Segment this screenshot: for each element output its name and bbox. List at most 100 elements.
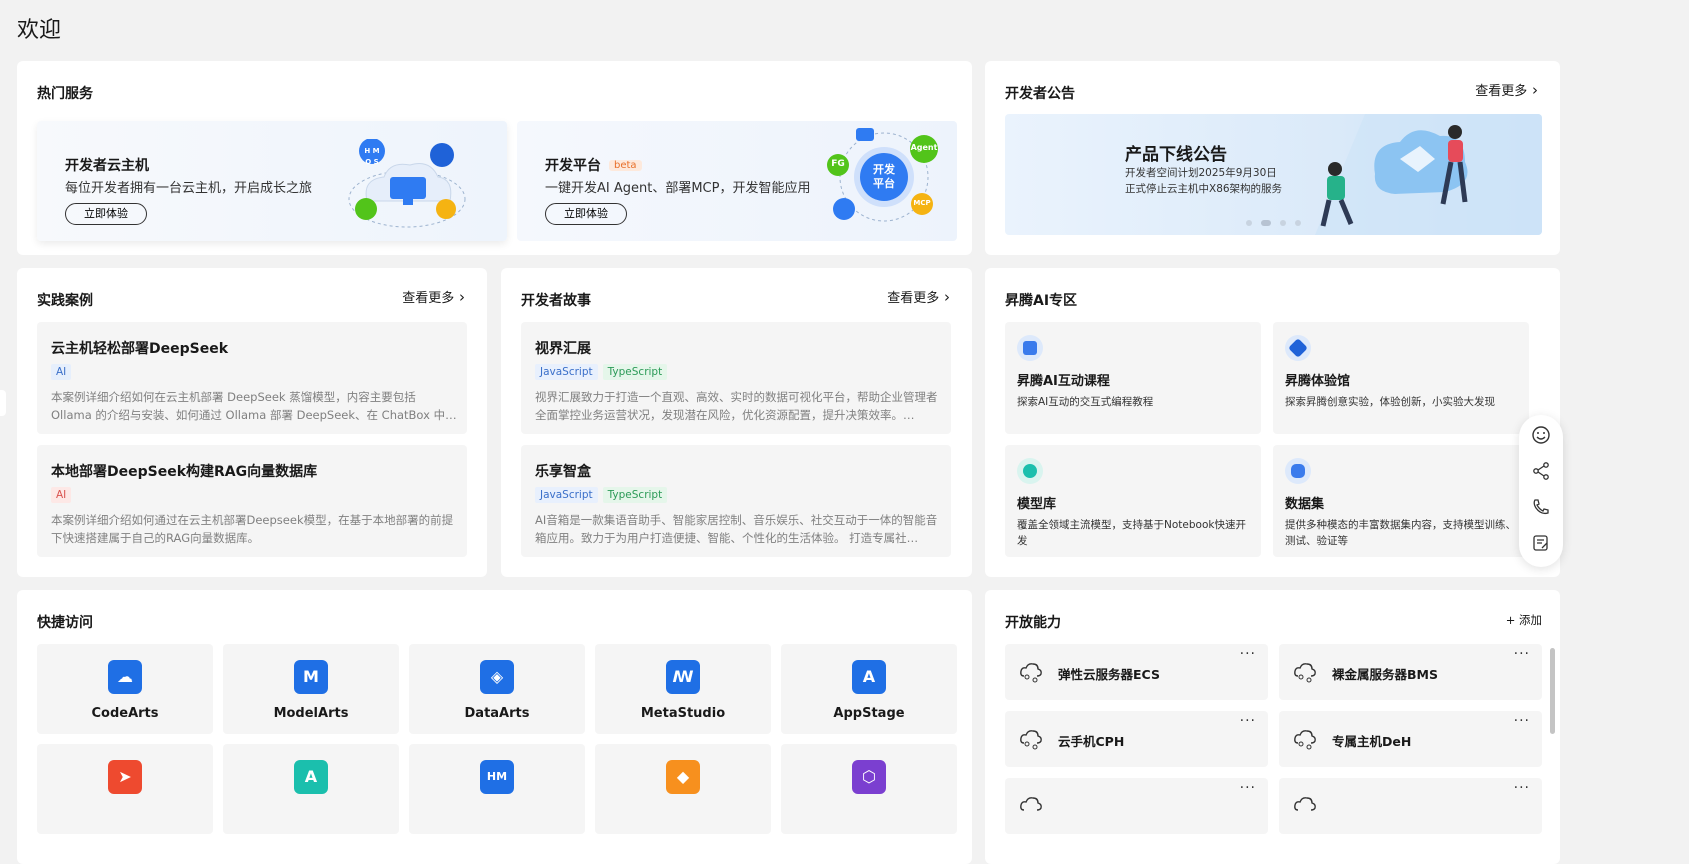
quick-access-modelarts[interactable]: M ModelArts	[223, 644, 399, 734]
tag-ai: AI	[51, 487, 72, 503]
scrollbar-thumb[interactable]	[1550, 648, 1555, 734]
quick-access-codearts[interactable]: ☁ CodeArts	[37, 644, 213, 734]
ascend-card-datasets[interactable]: 数据集 提供多种模态的丰富数据集内容，支持模型训练、测试、验证等	[1273, 445, 1529, 557]
more-options-icon[interactable]: ···	[1240, 780, 1256, 796]
collapse-handle[interactable]	[0, 390, 6, 416]
announcement-banner[interactable]: 产品下线公告 开发者空间计划2025年9月30日 正式停止云主机中X86架构的服…	[1005, 114, 1542, 235]
story-tags: JavaScript TypeScript	[535, 364, 672, 380]
share-icon[interactable]	[1531, 461, 1551, 481]
agent-icon: Agent	[910, 143, 938, 152]
codearts-icon: ☁	[108, 660, 142, 694]
ascend-card-course[interactable]: 昇腾AI互动课程 探索AI互动的交互式编程教程	[1005, 322, 1261, 434]
view-more-link[interactable]: 查看更多	[887, 287, 950, 306]
send-icon: ➤	[108, 760, 142, 794]
more-options-icon[interactable]: ···	[1240, 713, 1256, 729]
ascend-card-desc: 探索AI互动的交互式编程教程	[1017, 396, 1154, 408]
modelarts-icon: M	[294, 660, 328, 694]
ascend-icon: A	[294, 760, 328, 794]
case-desc: 本案例详细介绍如何通过在云主机部署Deepseek模型，在基于本地部署的前提下快…	[51, 513, 454, 545]
view-more-link[interactable]: 查看更多	[402, 287, 465, 306]
quick-access-appstage[interactable]: A AppStage	[781, 644, 957, 734]
model-icon	[1017, 458, 1043, 484]
feedback-icon[interactable]	[1531, 533, 1551, 553]
try-now-button[interactable]: 立即体验	[65, 203, 147, 225]
ascend-card-models[interactable]: 模型库 覆盖全领域主流模型，支持基于Notebook快速开发	[1005, 445, 1261, 557]
capability-card[interactable]: ···	[1279, 778, 1542, 834]
case-card[interactable]: 云主机轻松部署DeepSeek AI 本案例详细介绍如何在云主机部署 DeepS…	[37, 322, 467, 434]
quick-access-metastudio[interactable]: ꟿ MetaStudio	[595, 644, 771, 734]
story-desc: 视界汇展致力于打造一个直观、高效、实时的数据可视化平台，帮助企业管理者全面掌控业…	[535, 390, 938, 422]
ascend-card-title: 昇腾AI互动课程	[1017, 374, 1110, 389]
service-card-dev-platform[interactable]: 开发平台 beta 一键开发AI Agent、部署MCP，开发智能应用 立即体验 …	[517, 121, 957, 241]
carousel-dot[interactable]	[1246, 219, 1252, 226]
quick-access-label: DataArts	[464, 706, 530, 721]
beta-badge: beta	[609, 160, 642, 171]
add-capability-button[interactable]: + 添加	[1506, 612, 1542, 628]
quick-access-dataarts[interactable]: ◈ DataArts	[409, 644, 585, 734]
ascend-panel: 昇腾AI专区 昇腾AI互动课程 探索AI互动的交互式编程教程 昇腾体验馆 探索昇…	[985, 268, 1560, 577]
quick-access-title: 快捷访问	[37, 615, 93, 631]
diamond-icon: ◆	[666, 760, 700, 794]
service-card-cloud-host[interactable]: 开发者云主机 每位开发者拥有一台云主机，开启成长之旅 立即体验 H M O S	[37, 121, 507, 241]
carousel-dot-active[interactable]	[1261, 219, 1271, 226]
case-tags: AI	[51, 487, 76, 503]
hexagon-icon: ⬡	[852, 760, 886, 794]
carousel-dots[interactable]	[1246, 215, 1310, 230]
tag-ai: AI	[51, 364, 72, 380]
database-icon	[1285, 458, 1311, 484]
try-now-button[interactable]: 立即体验	[545, 203, 627, 225]
case-tags: AI	[51, 364, 76, 380]
quick-access-item[interactable]: ◆	[595, 744, 771, 834]
smile-icon[interactable]	[1531, 425, 1551, 445]
capabilities-panel: 开放能力 + 添加 弹性云服务器ECS ··· 裸金属服务器BMS ··· 云手…	[985, 590, 1560, 864]
capability-card[interactable]: 专属主机DeH ···	[1279, 711, 1542, 767]
ascend-card-desc: 提供多种模态的丰富数据集内容，支持模型训练、测试、验证等	[1285, 519, 1516, 547]
quick-access-label: ModelArts	[273, 706, 349, 721]
capability-card[interactable]: 弹性云服务器ECS ···	[1005, 644, 1268, 700]
service-title: 开发者云主机	[65, 158, 149, 174]
quick-access-panel: 快捷访问 ☁ CodeArts M ModelArts ◈ DataArts ꟿ…	[17, 590, 972, 864]
hmos-icon: HM	[480, 760, 514, 794]
quick-access-item[interactable]: ⬡	[781, 744, 957, 834]
ascend-card-title: 模型库	[1017, 497, 1057, 512]
more-options-icon[interactable]: ···	[1514, 780, 1530, 796]
page-title: 欢迎	[17, 18, 62, 43]
carousel-dot[interactable]	[1280, 219, 1286, 226]
service-desc: 每位开发者拥有一台云主机，开启成长之旅	[65, 181, 313, 196]
tag-javascript: JavaScript	[535, 364, 598, 380]
banner-title: 产品下线公告	[1125, 145, 1227, 165]
cloud-server-icon	[1020, 797, 1042, 811]
ascend-card-title: 数据集	[1285, 497, 1325, 512]
quick-access-item[interactable]: ➤	[37, 744, 213, 834]
capability-card[interactable]: ···	[1005, 778, 1268, 834]
quick-access-item[interactable]: HM	[409, 744, 585, 834]
capability-card[interactable]: 裸金属服务器BMS ···	[1279, 644, 1542, 700]
story-card[interactable]: 乐享智盒 JavaScript TypeScript AI音箱是一款集语音助手、智…	[521, 445, 951, 557]
banner-line: 开发者空间计划2025年9月30日	[1125, 167, 1277, 179]
banner-line: 正式停止云主机中X86架构的服务	[1125, 183, 1283, 195]
story-desc: AI音箱是一款集语音助手、智能家居控制、音乐娱乐、社交互动于一体的智能音箱应用。…	[535, 513, 938, 545]
more-options-icon[interactable]: ···	[1240, 646, 1256, 662]
floating-toolbar	[1519, 415, 1563, 567]
banner-illustration	[1315, 114, 1542, 235]
story-tags: JavaScript TypeScript	[535, 487, 672, 503]
practice-title: 实践案例	[37, 293, 93, 309]
tag-typescript: TypeScript	[602, 364, 668, 380]
more-options-icon[interactable]: ···	[1514, 713, 1530, 729]
carousel-dot[interactable]	[1295, 219, 1301, 226]
cloud-server-icon	[1294, 730, 1316, 750]
phone-icon[interactable]	[1531, 497, 1551, 517]
tag-javascript: JavaScript	[535, 487, 598, 503]
view-more-link[interactable]: 查看更多	[1475, 80, 1538, 99]
quick-access-item[interactable]: A	[223, 744, 399, 834]
case-card[interactable]: 本地部署DeepSeek构建RAG向量数据库 AI 本案例详细介绍如何通过在云主…	[37, 445, 467, 557]
service-title: 开发平台 beta	[545, 155, 642, 175]
more-options-icon[interactable]: ···	[1514, 646, 1530, 662]
capability-label: 弹性云服务器ECS	[1058, 667, 1160, 682]
cloud-server-icon	[1020, 730, 1042, 750]
dev-platform-center-label: 开发 平台	[873, 163, 895, 190]
ascend-card-experience[interactable]: 昇腾体验馆 探索昇腾创意实验，体验创新，小实验大发现	[1273, 322, 1529, 434]
tag-typescript: TypeScript	[602, 487, 668, 503]
capability-card[interactable]: 云手机CPH ···	[1005, 711, 1268, 767]
story-card[interactable]: 视界汇展 JavaScript TypeScript 视界汇展致力于打造一个直观、…	[521, 322, 951, 434]
